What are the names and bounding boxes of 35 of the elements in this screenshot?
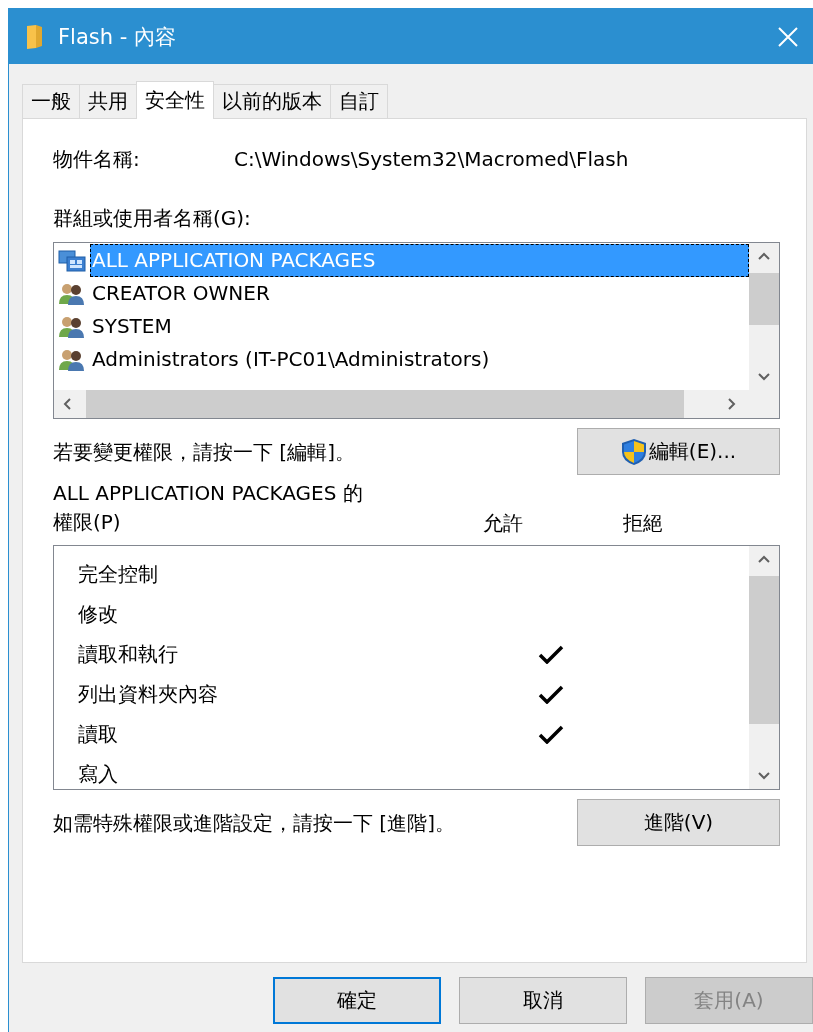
advanced-hint: 如需特殊權限或進階設定，請按一下 [進階]。 bbox=[53, 810, 455, 837]
groups-label: 群組或使用者名稱(G): bbox=[53, 205, 252, 232]
column-header: 拒絕 bbox=[622, 510, 664, 537]
edit-button[interactable]: 編輯(E)... bbox=[577, 428, 780, 475]
horizontal-scrollbar[interactable] bbox=[54, 390, 779, 418]
column-header: 允許 bbox=[482, 510, 524, 537]
permission-name: 修改 bbox=[78, 600, 119, 628]
close-icon bbox=[777, 25, 799, 48]
edit-hint: 若要變更權限，請按一下 [編輯]。 bbox=[53, 439, 355, 466]
object-name-value: C:\Windows\System32\Macromed\Flash bbox=[234, 147, 629, 171]
group-item[interactable]: Administrators (IT-PC01\Administrators) bbox=[90, 343, 749, 376]
users-icon bbox=[58, 347, 86, 372]
permission-name: 寫入 bbox=[78, 760, 119, 788]
dialog-button[interactable]: 確定 bbox=[273, 977, 441, 1024]
group-item[interactable]: CREATOR OWNER bbox=[90, 277, 749, 310]
permission-name: 讀取 bbox=[78, 720, 119, 748]
vertical-scrollbar[interactable] bbox=[749, 243, 779, 390]
shield-icon bbox=[620, 437, 647, 466]
tab[interactable]: 一般 bbox=[22, 84, 80, 118]
advanced-button[interactable]: 進階(V) bbox=[577, 799, 780, 846]
tab[interactable]: 安全性 bbox=[136, 81, 214, 119]
permission-name: 列出資料夾內容 bbox=[78, 680, 219, 708]
group-item[interactable]: SYSTEM bbox=[90, 310, 749, 343]
dialog-button[interactable]: 取消 bbox=[459, 977, 627, 1024]
users-icon bbox=[58, 281, 86, 306]
object-name-label: 物件名稱: bbox=[53, 145, 141, 173]
users-icon bbox=[58, 314, 86, 339]
tab[interactable]: 自訂 bbox=[330, 84, 388, 118]
permission-name: 完全控制 bbox=[78, 560, 159, 588]
permission-name: 讀取和執行 bbox=[78, 640, 179, 668]
window-title: Flash - 內容 bbox=[58, 23, 177, 51]
folder-icon bbox=[26, 23, 44, 50]
package-icon bbox=[58, 248, 86, 273]
vertical-scrollbar[interactable] bbox=[749, 546, 779, 789]
permissions-label: ALL APPLICATION PACKAGES 的權限(P) bbox=[53, 480, 364, 536]
